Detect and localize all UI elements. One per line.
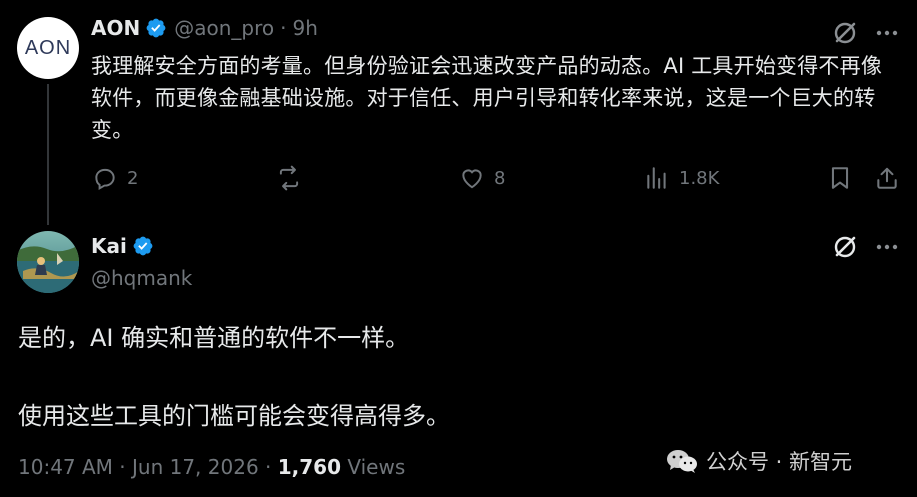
reply-top-actions [832, 234, 900, 260]
more-icon[interactable] [874, 234, 900, 260]
verified-badge-icon[interactable] [132, 235, 154, 257]
bookmark-icon [831, 167, 849, 189]
like-count: 8 [494, 167, 506, 189]
display-name[interactable]: Kai [91, 234, 127, 258]
handle[interactable]: @hqmank [91, 266, 192, 290]
views-icon [647, 167, 666, 189]
reply-tweet-header: Kai [91, 234, 154, 258]
parent-top-actions [832, 20, 900, 46]
reply-tweet-text-line1: 是的，AI 确实和普通的软件不一样。 [18, 324, 410, 352]
reply-icon [95, 168, 115, 190]
wechat-icon [667, 450, 697, 473]
parent-tweet-text: 我理解安全方面的考量。但身份验证会迅速改变产品的动态。AI 工具开始变得不再像软… [91, 54, 883, 142]
avatar-kai-image [17, 231, 79, 293]
share-button[interactable] [874, 165, 900, 191]
like-button[interactable]: 8 [459, 165, 505, 191]
views-button[interactable]: 1.8K [644, 165, 719, 191]
verified-badge-icon[interactable] [145, 17, 167, 39]
reply-button[interactable]: 2 [92, 165, 138, 191]
parent-tweet-header: AON @aon_pro · 9h [91, 16, 318, 40]
watermark-text: 公众号 · 新智元 [706, 450, 853, 474]
wechat-watermark: 公众号 · 新智元 [666, 446, 852, 476]
like-icon [462, 169, 482, 189]
views-number: 1,760 [277, 455, 342, 479]
views-count: 1.8K [679, 167, 720, 189]
avatar-aon[interactable]: AON [17, 17, 79, 79]
retweet-button[interactable] [276, 165, 311, 191]
reply-count: 2 [127, 167, 139, 189]
tweet-meta: 10:47 AM · Jun 17, 2026 · 1,760 Views [18, 455, 405, 479]
retweet-icon [279, 165, 299, 191]
reply-tweet-text-line2: 使用这些工具的门槛可能会变得高得多。 [18, 402, 450, 430]
timestamp[interactable]: 10:47 AM · Jun 17, 2026 · [18, 455, 278, 479]
thread-connector-line [47, 84, 49, 225]
views-label: Views [341, 455, 406, 479]
display-name[interactable]: AON [91, 16, 140, 40]
tweet-time[interactable]: 9h [292, 16, 317, 40]
grok-icon[interactable] [832, 20, 858, 46]
more-icon[interactable] [874, 20, 900, 46]
handle[interactable]: @aon_pro [174, 16, 274, 40]
avatar-logo-text: AON [24, 36, 72, 59]
grok-icon[interactable] [832, 234, 858, 260]
share-icon [877, 167, 897, 189]
avatar-kai[interactable] [17, 231, 79, 293]
bookmark-button[interactable] [827, 165, 853, 191]
separator-dot: · [280, 16, 287, 40]
